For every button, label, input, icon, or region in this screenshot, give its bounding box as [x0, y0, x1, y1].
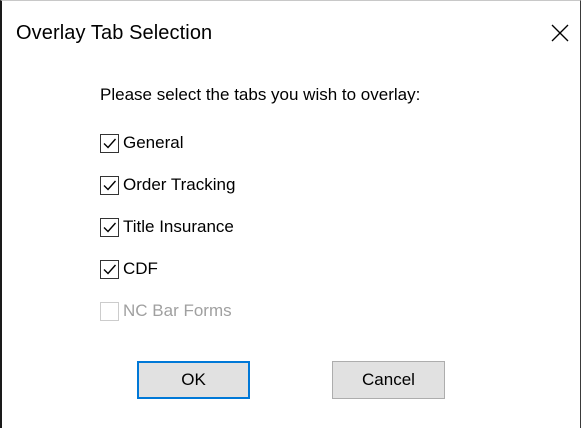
title-bar: Overlay Tab Selection: [2, 1, 580, 67]
checkbox-cdf[interactable]: CDF: [100, 257, 158, 281]
close-icon: [551, 24, 569, 42]
checkmark-icon: [103, 138, 117, 149]
checkbox-label: NC Bar Forms: [123, 301, 232, 320]
checkbox-nc-bar-forms: NC Bar Forms: [100, 299, 232, 323]
checkbox-title-insurance[interactable]: Title Insurance: [100, 215, 234, 239]
checkbox-box[interactable]: [100, 259, 119, 279]
cancel-button[interactable]: Cancel: [332, 361, 445, 399]
checkbox-label: CDF: [123, 259, 158, 278]
checkmark-icon: [103, 222, 117, 233]
checkbox-box[interactable]: [100, 175, 119, 195]
checkbox-box[interactable]: [100, 217, 119, 237]
close-button[interactable]: [542, 15, 578, 51]
checkmark-icon: [103, 180, 117, 191]
checkbox-label: Order Tracking: [123, 175, 236, 194]
instruction-text: Please select the tabs you wish to overl…: [100, 85, 421, 104]
checkbox-order-tracking[interactable]: Order Tracking: [100, 173, 235, 197]
checkbox-box[interactable]: [100, 133, 119, 153]
overlay-tab-selection-dialog: Overlay Tab Selection Please select the …: [0, 0, 581, 428]
ok-button[interactable]: OK: [137, 361, 250, 399]
checkbox-label: General: [123, 133, 184, 152]
dialog-title: Overlay Tab Selection: [16, 22, 213, 44]
checkbox-general[interactable]: General: [100, 131, 183, 155]
checkbox-label: Title Insurance: [123, 217, 234, 236]
checkbox-box-disabled: [100, 301, 119, 321]
checkmark-icon: [103, 264, 117, 275]
